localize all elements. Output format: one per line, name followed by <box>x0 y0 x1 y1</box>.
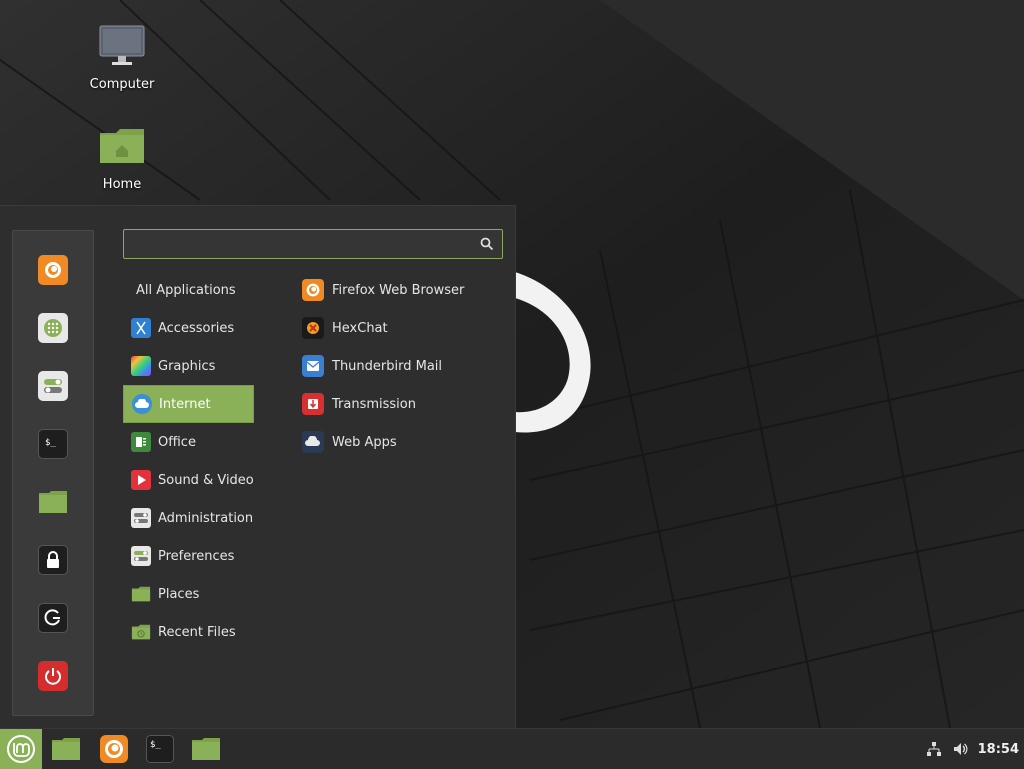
favorites-bar: $_ <box>12 230 94 716</box>
search-icon <box>480 237 494 251</box>
category-places[interactable]: Places <box>123 575 254 613</box>
category-administration[interactable]: Administration <box>123 499 254 537</box>
office-icon <box>131 432 151 452</box>
firefox-icon <box>302 279 324 301</box>
folder-icon <box>39 491 67 513</box>
category-label: Places <box>158 586 200 602</box>
home-folder-icon <box>100 129 144 163</box>
svg-text:$_: $_ <box>45 438 56 448</box>
volume-icon[interactable] <box>952 741 968 757</box>
desktop-icon-label: Home <box>102 177 142 192</box>
app-label: Thunderbird Mail <box>332 358 443 374</box>
favorite-terminal[interactable]: $_ <box>38 429 68 459</box>
system-tray: 18:54 <box>926 729 1024 769</box>
mint-logo-icon <box>7 735 35 763</box>
settings-icon <box>44 379 62 393</box>
internet-icon <box>132 394 152 414</box>
category-label: Recent Files <box>158 624 236 640</box>
category-label: Sound & Video <box>158 472 254 488</box>
desktop-icon-home[interactable]: Home <box>77 125 167 192</box>
app-thunderbird[interactable]: Thunderbird Mail <box>300 347 510 385</box>
category-accessories[interactable]: Accessories <box>123 309 254 347</box>
app-label: HexChat <box>332 320 388 336</box>
favorite-lock-screen[interactable] <box>38 545 68 575</box>
hexchat-icon <box>302 317 324 339</box>
category-label: Accessories <box>158 320 235 336</box>
taskbar-firefox[interactable] <box>93 729 135 769</box>
category-internet[interactable]: Internet <box>123 385 254 423</box>
firefox-icon <box>100 735 128 763</box>
app-label: Firefox Web Browser <box>332 282 465 298</box>
terminal-icon: $_ <box>45 438 56 448</box>
lock-icon <box>47 551 59 568</box>
favorite-quit[interactable] <box>38 661 68 691</box>
favorite-system-settings[interactable] <box>38 371 68 401</box>
category-label: Preferences <box>158 548 235 564</box>
graphics-icon <box>131 356 151 376</box>
application-list: Firefox Web Browser HexChat Thunderbird … <box>300 271 510 461</box>
category-label: Administration <box>158 510 254 526</box>
taskbar: $_ 18:54 <box>0 728 1024 769</box>
category-recent-files[interactable]: Recent Files <box>123 613 254 651</box>
category-all-applications[interactable]: All Applications <box>123 271 254 309</box>
taskbar-files-2[interactable] <box>185 729 227 769</box>
application-menu: $_ All Applications Accessories Graphics <box>0 205 516 729</box>
software-manager-icon <box>44 319 62 337</box>
category-list: All Applications Accessories Graphics In… <box>123 271 254 651</box>
logout-icon <box>44 609 60 626</box>
category-label: Office <box>158 434 196 450</box>
search-box <box>123 229 503 259</box>
app-label: Transmission <box>332 396 416 412</box>
clock[interactable]: 18:54 <box>978 742 1019 757</box>
category-office[interactable]: Office <box>123 423 254 461</box>
network-icon[interactable] <box>926 741 942 757</box>
preferences-icon <box>131 546 151 566</box>
favorite-software-manager[interactable] <box>38 313 68 343</box>
app-hexchat[interactable]: HexChat <box>300 309 510 347</box>
thunderbird-icon <box>302 355 324 377</box>
folder-icon <box>192 738 220 760</box>
search-input[interactable] <box>130 234 474 256</box>
folder-icon <box>52 738 80 760</box>
category-label: Graphics <box>158 358 216 374</box>
favorite-files[interactable] <box>38 487 68 517</box>
recent-files-icon <box>131 622 151 642</box>
app-label: Web Apps <box>332 434 397 450</box>
transmission-icon <box>302 393 324 415</box>
app-transmission[interactable]: Transmission <box>300 385 510 423</box>
taskbar-files[interactable] <box>45 729 87 769</box>
web-apps-icon <box>302 431 324 453</box>
desktop-icon-computer[interactable]: Computer <box>77 25 167 92</box>
category-sound-video[interactable]: Sound & Video <box>123 461 254 499</box>
app-web-apps[interactable]: Web Apps <box>300 423 510 461</box>
administration-icon <box>131 508 151 528</box>
desktop-icon-label: Computer <box>89 77 155 92</box>
taskbar-terminal[interactable]: $_ <box>139 729 181 769</box>
terminal-icon: $_ <box>146 735 174 763</box>
category-label: Internet <box>159 396 211 412</box>
menu-button[interactable] <box>0 729 42 769</box>
app-firefox[interactable]: Firefox Web Browser <box>300 271 510 309</box>
category-preferences[interactable]: Preferences <box>123 537 254 575</box>
places-folder-icon <box>131 584 151 604</box>
sound-video-icon <box>131 470 151 490</box>
power-icon <box>45 668 61 685</box>
firefox-icon <box>45 262 61 278</box>
svg-text:$_: $_ <box>150 740 161 750</box>
accessories-icon <box>131 318 151 338</box>
computer-icon <box>99 25 145 65</box>
favorite-logout[interactable] <box>38 603 68 633</box>
category-graphics[interactable]: Graphics <box>123 347 254 385</box>
category-label: All Applications <box>136 282 236 298</box>
favorite-firefox[interactable] <box>38 255 68 285</box>
